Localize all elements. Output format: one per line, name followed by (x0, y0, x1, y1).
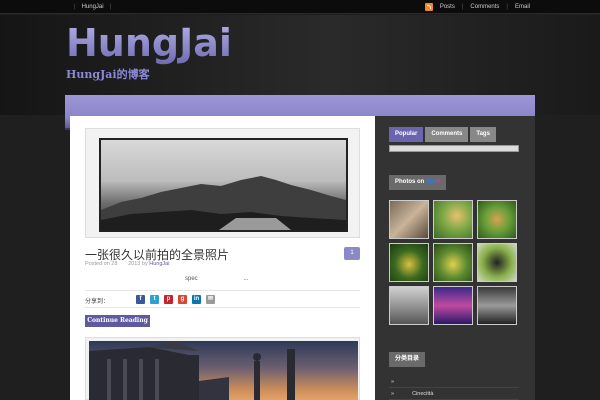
twitter-icon[interactable]: t (150, 295, 159, 304)
tab-popular[interactable]: Popular (389, 127, 424, 142)
list-item[interactable]: » (389, 376, 519, 388)
excerpt-ellipsis: ... (243, 276, 249, 282)
list-item[interactable]: » Cinecittà (389, 388, 519, 400)
divider: | (74, 4, 76, 10)
share-label: 分享到： (85, 299, 110, 305)
post-excerpt: spec ... (185, 276, 248, 282)
continue-reading-button[interactable]: Continue Reading (85, 315, 150, 327)
tab-tags[interactable]: Tags (470, 127, 496, 142)
post-meta: Posted on 28 2013 by HungJai (85, 261, 169, 267)
flickr-thumb[interactable] (433, 286, 473, 325)
site-header: HungJai HungJai的博客 (0, 15, 600, 130)
flickr-thumb[interactable] (389, 200, 429, 239)
rss-icon[interactable] (424, 3, 433, 11)
flickr-widget-title: Photos on flickr (389, 175, 447, 190)
building-silhouette (89, 341, 295, 400)
flickr-thumb[interactable] (477, 200, 517, 239)
flickr-thumb[interactable] (433, 200, 473, 239)
share-icons: f t p g in ✉ (136, 295, 215, 304)
sunset-photo[interactable] (89, 341, 358, 400)
site-tagline: HungJai的博客 (66, 68, 150, 81)
posts-link[interactable]: Posts (440, 4, 455, 10)
flickr-thumb[interactable] (477, 243, 517, 282)
photos-prefix: Photos on (395, 179, 426, 185)
pinterest-icon[interactable]: p (164, 295, 173, 304)
panorama-photo[interactable] (99, 138, 348, 232)
email-link[interactable]: Email (515, 4, 530, 10)
categories-widget-title: 分类目录 (389, 352, 426, 367)
flickr-logo-blue: flick (426, 179, 439, 185)
flickr-logo-pink: r (438, 179, 441, 185)
facebook-icon[interactable]: f (136, 295, 145, 304)
sidebar: Popular Comments Tags Photos on flickr 分… (375, 116, 535, 400)
comments-link[interactable]: Comments (470, 4, 499, 10)
googleplus-icon[interactable]: g (178, 295, 187, 304)
divider: | (109, 4, 112, 10)
sidebar-tabs: Popular Comments Tags (389, 127, 496, 142)
top-bar-right: Posts | Comments | Email (424, 3, 530, 11)
post-year: 2013 by (128, 261, 148, 267)
top-bar-left: | HungJai | (74, 4, 111, 10)
categories-list: » » Cinecittà (389, 376, 519, 400)
site-logo[interactable]: HungJai (66, 21, 232, 65)
featured-image-frame[interactable] (85, 128, 360, 238)
home-link[interactable]: HungJai (82, 4, 104, 10)
featured-image-frame-2[interactable] (85, 337, 360, 400)
linkedin-icon[interactable]: in (192, 295, 201, 304)
top-bar: | HungJai | Posts | Comments | Email (0, 0, 600, 14)
flickr-thumb[interactable] (477, 286, 517, 325)
flickr-thumb[interactable] (389, 286, 429, 325)
email-icon[interactable]: ✉ (206, 295, 215, 304)
flickr-thumb[interactable] (433, 243, 473, 282)
post-date: Posted on 28 (85, 261, 118, 267)
tabs-panel (389, 145, 519, 152)
tab-comments[interactable]: Comments (425, 127, 469, 142)
divider: | (461, 4, 464, 10)
comment-count-badge[interactable]: 1 (344, 247, 360, 260)
flickr-thumbnails (389, 200, 517, 325)
share-bar: 分享到： f t p g in ✉ (85, 290, 360, 308)
post-author-link[interactable]: HungJai (149, 261, 169, 267)
mountain-silhouette (101, 176, 346, 230)
main-content: 一张很久以前拍的全景照片 1 Posted on 28 2013 by Hung… (70, 116, 375, 400)
divider: | (506, 4, 508, 10)
excerpt-text: spec (185, 276, 198, 282)
flickr-thumb[interactable] (389, 243, 429, 282)
